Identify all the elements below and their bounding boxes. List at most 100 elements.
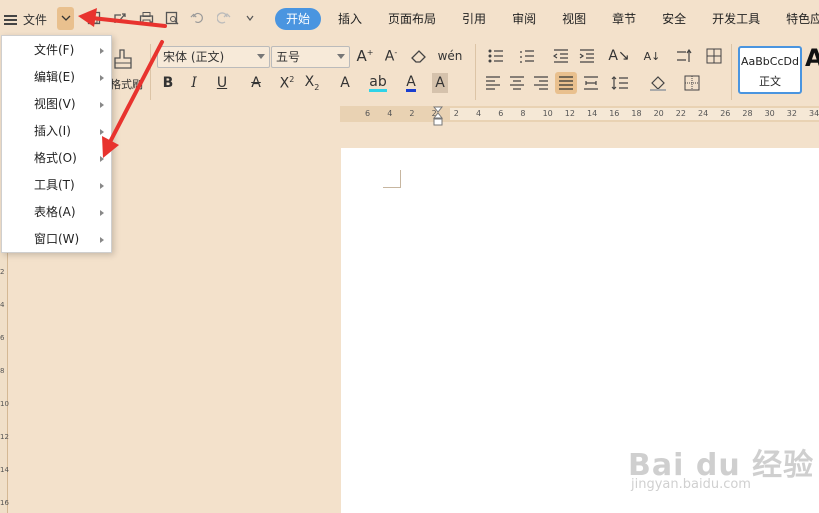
file-dropdown-menu: 文件(F) 编辑(E) 视图(V) 插入(I) 格式(O) 工具(T) 表格(A… <box>1 35 112 253</box>
menu-item-table[interactable]: 表格(A) <box>2 199 111 226</box>
font-name-select[interactable]: 宋体 (正文) <box>157 46 270 68</box>
format-painter-icon <box>114 49 132 69</box>
line-spacing-button[interactable] <box>607 73 633 93</box>
customize-qat-icon[interactable] <box>242 9 258 27</box>
ruler-tick: 26 <box>720 109 731 118</box>
menu-item-insert[interactable]: 插入(I) <box>2 118 111 145</box>
bullets-button[interactable] <box>484 46 508 66</box>
numbering-button[interactable] <box>515 46 539 66</box>
distributed-button[interactable] <box>582 73 600 93</box>
hamburger-icon <box>4 14 18 25</box>
menu-item-edit[interactable]: 编辑(E) <box>2 64 111 91</box>
menu-item-label: 视图(V) <box>34 97 76 111</box>
vruler-tick: 12 <box>0 433 9 441</box>
decrease-font-size-button[interactable]: A- <box>382 46 400 66</box>
align-right-icon <box>534 76 548 90</box>
indent-icon <box>579 49 594 63</box>
border-button[interactable] <box>678 73 706 93</box>
tab-view[interactable]: 视图 <box>549 8 599 30</box>
undo-icon[interactable] <box>190 9 206 27</box>
menu-item-label: 格式(O) <box>34 151 77 165</box>
ruler-tick: 20 <box>653 109 664 118</box>
format-painter-button[interactable]: 格式刷 <box>110 48 143 93</box>
clear-format-button[interactable] <box>408 46 430 66</box>
text-direction-button[interactable]: A↘ <box>605 46 633 66</box>
file-dropdown-button[interactable] <box>57 7 74 30</box>
print-preview-icon[interactable] <box>164 9 180 27</box>
ruler-tick: 4 <box>387 109 393 118</box>
phonetic-guide-button[interactable]: wén <box>436 46 464 66</box>
ruler-tick: 22 <box>675 109 686 118</box>
justify-button[interactable] <box>555 72 577 94</box>
superscript-icon: X2 <box>279 74 295 92</box>
vruler-tick: 8 <box>0 367 5 375</box>
style-preview: AaBbCcDd <box>741 55 799 68</box>
menu-bar: 文件 开始 插入 页面布局 引用 审阅 视图 章节 安全 开发工具 特色应 <box>0 0 819 38</box>
save-icon[interactable] <box>86 9 102 27</box>
file-menu-button[interactable]: 文件 <box>4 8 47 30</box>
font-size-value: 五号 <box>276 50 301 64</box>
tab-developer[interactable]: 开发工具 <box>699 8 773 30</box>
vertical-ruler[interactable]: 2 4 6 8 10 12 14 16 <box>0 250 9 513</box>
tab-features[interactable]: 特色应 <box>773 8 819 30</box>
bold-icon: B <box>162 75 174 91</box>
tab-references[interactable]: 引用 <box>449 8 499 30</box>
align-left-button[interactable] <box>484 73 502 93</box>
tab-page-layout[interactable]: 页面布局 <box>375 8 449 30</box>
tab-home[interactable]: 开始 <box>275 8 322 30</box>
border-icon <box>684 75 700 91</box>
horizontal-ruler[interactable]: 6 4 2 2 2 4 6 8 10 12 14 16 18 20 22 24 26 28 30 32 34 <box>340 106 819 126</box>
style-heading-preview[interactable]: A <box>805 44 819 72</box>
align-right-button[interactable] <box>532 73 550 93</box>
underline-button[interactable]: U <box>210 73 234 93</box>
print-icon[interactable] <box>138 9 154 27</box>
italic-button[interactable]: I <box>186 73 202 93</box>
highlight-button[interactable]: ab <box>364 73 392 93</box>
underline-icon: U <box>216 75 228 91</box>
tab-review[interactable]: 审阅 <box>499 8 549 30</box>
sort-button[interactable]: A↓ <box>643 46 661 66</box>
superscript-button[interactable]: X2 <box>277 73 297 93</box>
chevron-right-icon <box>100 156 104 162</box>
text-effect-button[interactable]: A <box>333 73 357 93</box>
tab-insert[interactable]: 插入 <box>325 8 375 30</box>
export-icon[interactable] <box>112 9 128 27</box>
tab-security[interactable]: 安全 <box>649 8 699 30</box>
vruler-tick: 6 <box>0 334 5 342</box>
char-shading-button[interactable]: A <box>432 73 448 93</box>
ruler-tick: 24 <box>698 109 709 118</box>
highlight-icon: ab <box>369 73 387 92</box>
ruler-tick: 30 <box>764 109 775 118</box>
bold-button[interactable]: B <box>160 73 176 93</box>
font-size-select[interactable]: 五号 <box>271 46 350 68</box>
indent-marker-icon[interactable] <box>433 106 443 128</box>
sort-icon: A↓ <box>643 49 661 63</box>
strikethrough-icon: A <box>251 75 261 91</box>
tab-sections[interactable]: 章节 <box>599 8 649 30</box>
decrease-indent-button[interactable] <box>552 46 570 66</box>
align-center-button[interactable] <box>508 73 526 93</box>
chevron-right-icon <box>100 48 104 54</box>
style-normal[interactable]: AaBbCcDd 正文 <box>738 46 802 94</box>
table-borders-button[interactable] <box>705 46 723 66</box>
font-color-button[interactable]: A <box>398 73 424 93</box>
menu-item-format[interactable]: 格式(O) <box>2 145 111 172</box>
shading-button[interactable] <box>644 73 672 93</box>
redo-icon[interactable] <box>216 9 232 27</box>
subscript-button[interactable]: X2 <box>302 73 322 93</box>
strikethrough-button[interactable]: A <box>243 73 269 93</box>
chevron-right-icon <box>100 210 104 216</box>
menu-item-view[interactable]: 视图(V) <box>2 91 111 118</box>
ribbon-separator <box>731 44 732 100</box>
increase-font-size-button[interactable]: A+ <box>356 46 374 66</box>
chevron-right-icon <box>100 237 104 243</box>
menu-item-tools[interactable]: 工具(T) <box>2 172 111 199</box>
menu-item-label: 窗口(W) <box>34 232 80 246</box>
menu-item-window[interactable]: 窗口(W) <box>2 226 111 253</box>
line-spacing-toggle-button[interactable] <box>672 46 698 66</box>
menu-item-file[interactable]: 文件(F) <box>2 37 111 64</box>
italic-icon: I <box>191 75 197 91</box>
watermark-url: jingyan.baidu.com <box>631 477 751 492</box>
increase-indent-button[interactable] <box>578 46 596 66</box>
format-painter-label: 格式刷 <box>110 78 143 91</box>
